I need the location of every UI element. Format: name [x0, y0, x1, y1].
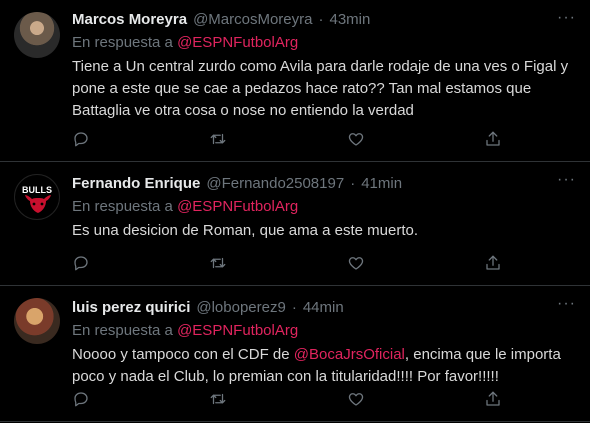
more-options-icon[interactable]: ··· [557, 10, 576, 26]
reply-icon[interactable] [72, 130, 90, 148]
avatar[interactable]: BULLS [14, 174, 60, 220]
more-options-icon[interactable]: ··· [557, 172, 576, 188]
separator-dot: · [291, 299, 297, 316]
avatar-logo-text: BULLS [22, 185, 52, 195]
avatar[interactable] [14, 298, 60, 344]
reply-context: En respuesta a @ESPNFutbolArg [72, 321, 574, 341]
share-icon[interactable] [484, 254, 502, 272]
reply-mention-link[interactable]: @ESPNFutbolArg [177, 322, 298, 339]
author-handle[interactable]: @MarcosMoreyra [193, 10, 312, 30]
tweet-feed: Marcos Moreyra @MarcosMoreyra · 43min ··… [0, 0, 590, 422]
reply-prefix: En respuesta a [72, 34, 173, 51]
timestamp[interactable]: 43min [329, 10, 370, 30]
separator-dot: · [350, 175, 356, 192]
author-handle[interactable]: @loboperez9 [196, 298, 285, 318]
retweet-icon[interactable] [209, 130, 227, 148]
tweet[interactable]: Marcos Moreyra @MarcosMoreyra · 43min ··… [0, 0, 590, 162]
separator-dot: · [318, 11, 324, 28]
tweet-text-part: Noooo y tampoco con el CDF de [72, 346, 290, 363]
author-handle[interactable]: @Fernando2508197 [206, 174, 344, 194]
tweet-header: Fernando Enrique @Fernando2508197 · 41mi… [72, 174, 574, 194]
tweet-header: luis perez quirici @loboperez9 · 44min [72, 298, 574, 318]
bull-logo-icon [25, 195, 51, 213]
reply-icon[interactable] [72, 390, 90, 408]
reply-context: En respuesta a @ESPNFutbolArg [72, 33, 574, 53]
reply-prefix: En respuesta a [72, 322, 173, 339]
tweet-actions [72, 254, 502, 272]
share-icon[interactable] [484, 390, 502, 408]
author-name[interactable]: luis perez quirici [72, 298, 190, 318]
timestamp[interactable]: 41min [361, 174, 402, 194]
like-icon[interactable] [347, 130, 365, 148]
timestamp[interactable]: 44min [303, 298, 344, 318]
reply-context: En respuesta a @ESPNFutbolArg [72, 197, 574, 217]
avatar[interactable] [14, 12, 60, 58]
author-name[interactable]: Fernando Enrique [72, 174, 200, 194]
more-options-icon[interactable]: ··· [557, 296, 576, 312]
tweet-header: Marcos Moreyra @MarcosMoreyra · 43min [72, 10, 574, 30]
reply-mention-link[interactable]: @ESPNFutbolArg [177, 34, 298, 51]
share-icon[interactable] [484, 130, 502, 148]
like-icon[interactable] [347, 390, 365, 408]
retweet-icon[interactable] [209, 390, 227, 408]
tweet-actions [72, 390, 502, 408]
author-name[interactable]: Marcos Moreyra [72, 10, 187, 30]
retweet-icon[interactable] [209, 254, 227, 272]
inline-mention-link[interactable]: @BocaJrsOficial [294, 346, 405, 363]
tweet-text: Tiene a Un central zurdo como Avila para… [72, 58, 569, 119]
reply-prefix: En respuesta a [72, 198, 173, 215]
tweet-text: Es una desicion de Roman, que ama a este… [72, 222, 419, 239]
like-icon[interactable] [347, 254, 365, 272]
reply-mention-link[interactable]: @ESPNFutbolArg [177, 198, 298, 215]
tweet-actions [72, 130, 502, 148]
tweet[interactable]: luis perez quirici @loboperez9 · 44min ·… [0, 286, 590, 422]
tweet-text: Noooo y tampoco con el CDF de @BocaJrsOf… [72, 344, 574, 388]
reply-icon[interactable] [72, 254, 90, 272]
tweet[interactable]: BULLS Fernando Enrique @Fernando2508197 … [0, 162, 590, 286]
